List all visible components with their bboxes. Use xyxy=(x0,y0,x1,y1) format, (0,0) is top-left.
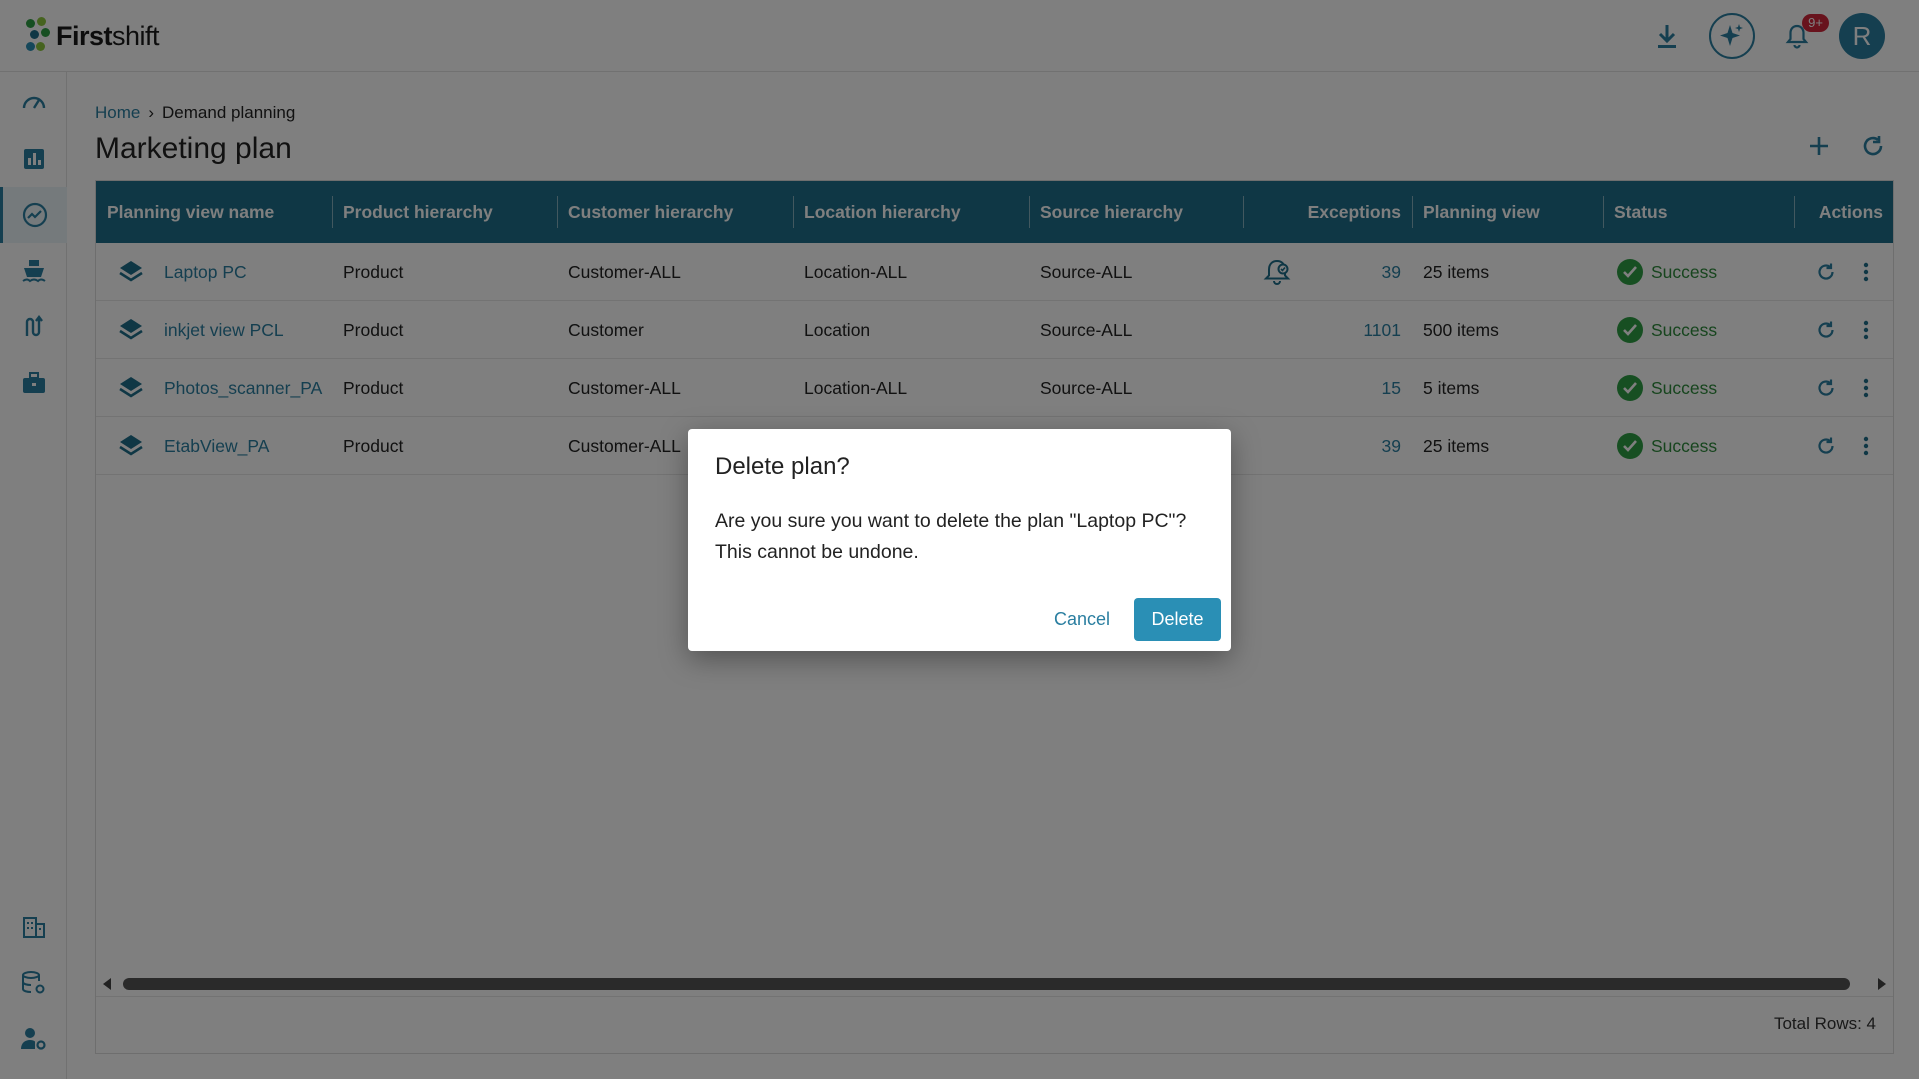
dialog-message-line-1: Are you sure you want to delete the plan… xyxy=(715,510,1187,532)
dialog-message-line-2: This cannot be undone. xyxy=(715,541,919,563)
delete-button[interactable]: Delete xyxy=(1134,598,1221,641)
dialog-message: Are you sure you want to delete the plan… xyxy=(715,506,1210,568)
cancel-button[interactable]: Cancel xyxy=(1048,601,1116,638)
delete-plan-dialog: Delete plan? Are you sure you want to de… xyxy=(688,429,1231,651)
dialog-title: Delete plan? xyxy=(715,453,850,480)
